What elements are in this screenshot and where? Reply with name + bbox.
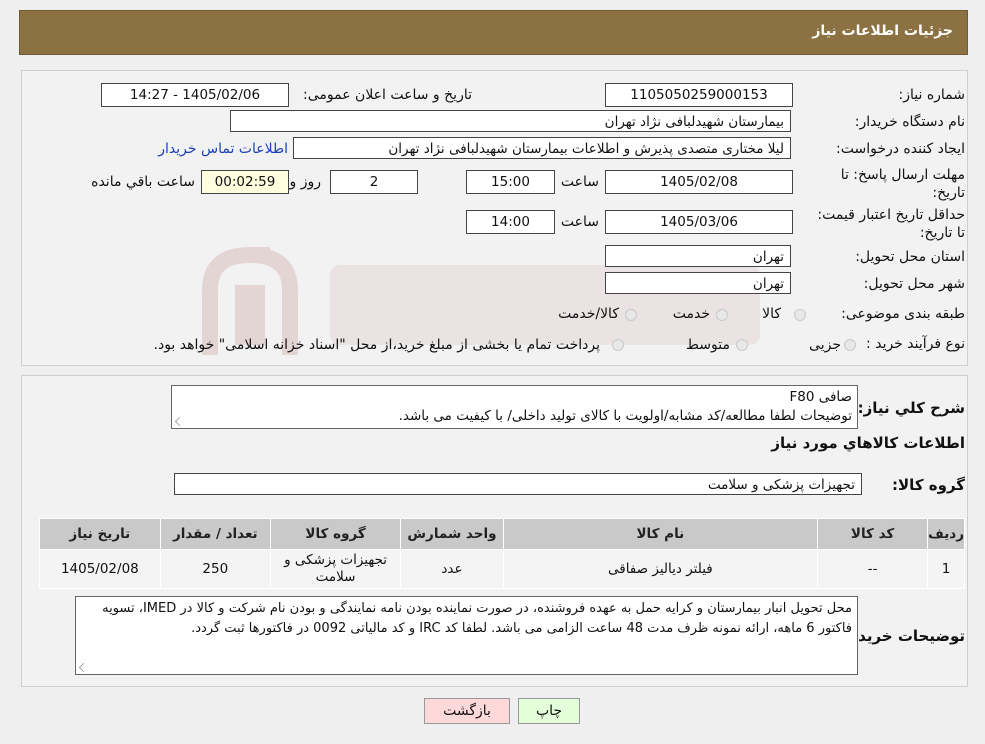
- need-number-field: 1105050259000153: [605, 83, 793, 107]
- cell-name: فیلتر دیالیز صفاقی: [502, 549, 819, 589]
- price-validity-date-field: 1405/03/06: [605, 210, 793, 234]
- category-service-label: خدمت: [672, 306, 710, 322]
- buyer-label: نام دستگاه خریدار:: [854, 114, 965, 130]
- creator-field: لیلا مختاری متصدی پذیرش و اطلاعات بیمارس…: [293, 137, 791, 159]
- cell-unit: عدد: [400, 549, 504, 589]
- purchase-minor-radio[interactable]: [844, 339, 856, 351]
- col-quantity: تعداد / مقدار: [159, 518, 271, 550]
- category-goods-service-radio[interactable]: [625, 309, 637, 321]
- summary-line-2: توضیحات لطفا مطالعه/کد مشابه/اولویت با ک…: [398, 408, 852, 424]
- buyer-field: بیمارستان شهیدلبافی نژاد تهران: [230, 110, 791, 132]
- need-number-label: شماره نیاز:: [898, 87, 966, 103]
- purchase-medium-label: متوسط: [686, 337, 730, 353]
- goods-table-header: رديف کد کالا نام کالا واحد شمارش گروه کا…: [39, 518, 965, 550]
- col-need-date: تاريخ نياز: [39, 518, 161, 550]
- province-field: تهران: [605, 245, 791, 267]
- goods-group-field: تجهیزات پزشکی و سلامت: [174, 473, 862, 495]
- reply-days-label: روز و: [289, 174, 322, 190]
- summary-textarea[interactable]: صافی F80 توضیحات لطفا مطالعه/کد مشابه/او…: [171, 385, 858, 429]
- summary-line-1: صافی F80: [789, 389, 852, 405]
- city-label: شهر محل تحویل:: [863, 276, 965, 292]
- treasury-checkbox[interactable]: [612, 339, 624, 351]
- reply-days-field: 2: [330, 170, 418, 194]
- buyer-notes-textarea[interactable]: محل تحویل انبار بیمارستان و کرایه حمل به…: [75, 596, 858, 675]
- cell-code: --: [817, 549, 929, 589]
- purchase-type-label: نوع فرآیند خرید :: [866, 336, 965, 352]
- remaining-time-label: ساعت باقي مانده: [91, 174, 195, 190]
- category-goods-radio[interactable]: [794, 309, 806, 321]
- price-validity-time-field: 14:00: [466, 210, 555, 234]
- col-group: گروه کالا: [269, 518, 402, 550]
- announce-label: تاریخ و ساعت اعلان عمومی:: [303, 87, 472, 103]
- page-header: جزئیات اطلاعات نیاز: [19, 10, 968, 55]
- reply-time-label: ساعت: [560, 174, 599, 190]
- summary-label: شرح کلي نياز:: [857, 399, 965, 417]
- purchase-medium-radio[interactable]: [736, 339, 748, 351]
- back-button[interactable]: بازگشت: [424, 698, 510, 724]
- cell-quantity: 250: [159, 549, 271, 589]
- creator-label: ایجاد کننده درخواست:: [836, 141, 965, 157]
- category-goods-service-label: کالا/خدمت: [558, 306, 619, 322]
- print-button[interactable]: چاپ: [518, 698, 580, 724]
- col-code: کد کالا: [817, 518, 929, 550]
- goods-table: رديف کد کالا نام کالا واحد شمارش گروه کا…: [39, 518, 965, 589]
- category-label: طبقه بندی موضوعی:: [841, 306, 965, 322]
- category-goods-label: کالا: [762, 306, 781, 322]
- city-field: تهران: [605, 272, 791, 294]
- price-validity-label: حداقل تاریخ اعتبار قیمت: تا تاریخ:: [817, 207, 965, 241]
- goods-group-label: گروه کالا:: [892, 476, 965, 494]
- page-title: جزئیات اطلاعات نیاز: [812, 23, 953, 39]
- price-time-label: ساعت: [560, 214, 599, 230]
- cell-group: تجهیزات پزشکی و سلامت: [269, 549, 402, 589]
- cell-need-date: 1405/02/08: [39, 549, 161, 589]
- col-name: نام کالا: [502, 518, 819, 550]
- remaining-time-field: 00:02:59: [201, 170, 289, 194]
- col-row: رديف: [927, 518, 965, 550]
- reply-deadline-time-field: 15:00: [466, 170, 555, 194]
- announce-datetime-field: 1405/02/06 - 14:27: [101, 83, 289, 107]
- goods-section-title: اطلاعات کالاهاي مورد نياز: [771, 434, 965, 452]
- province-label: استان محل تحویل:: [855, 249, 965, 265]
- col-unit: واحد شمارش: [400, 518, 504, 550]
- reply-deadline-label: مهلت ارسال پاسخ: تا تاریخ:: [840, 167, 965, 201]
- buyer-notes-text: محل تحویل انبار بیمارستان و کرایه حمل به…: [102, 601, 852, 636]
- category-service-radio[interactable]: [716, 309, 728, 321]
- table-row: 1 -- فیلتر دیالیز صفاقی عدد تجهیزات پزشک…: [39, 549, 965, 589]
- treasury-note: پرداخت تمام یا بخشی از مبلغ خرید،از محل …: [153, 337, 600, 353]
- purchase-minor-label: جزیی: [809, 337, 841, 353]
- reply-deadline-date-field: 1405/02/08: [605, 170, 793, 194]
- resize-grip-icon[interactable]: [79, 663, 88, 672]
- cell-row: 1: [927, 549, 965, 589]
- buyer-contact-link[interactable]: اطلاعات تماس خریدار: [158, 141, 288, 157]
